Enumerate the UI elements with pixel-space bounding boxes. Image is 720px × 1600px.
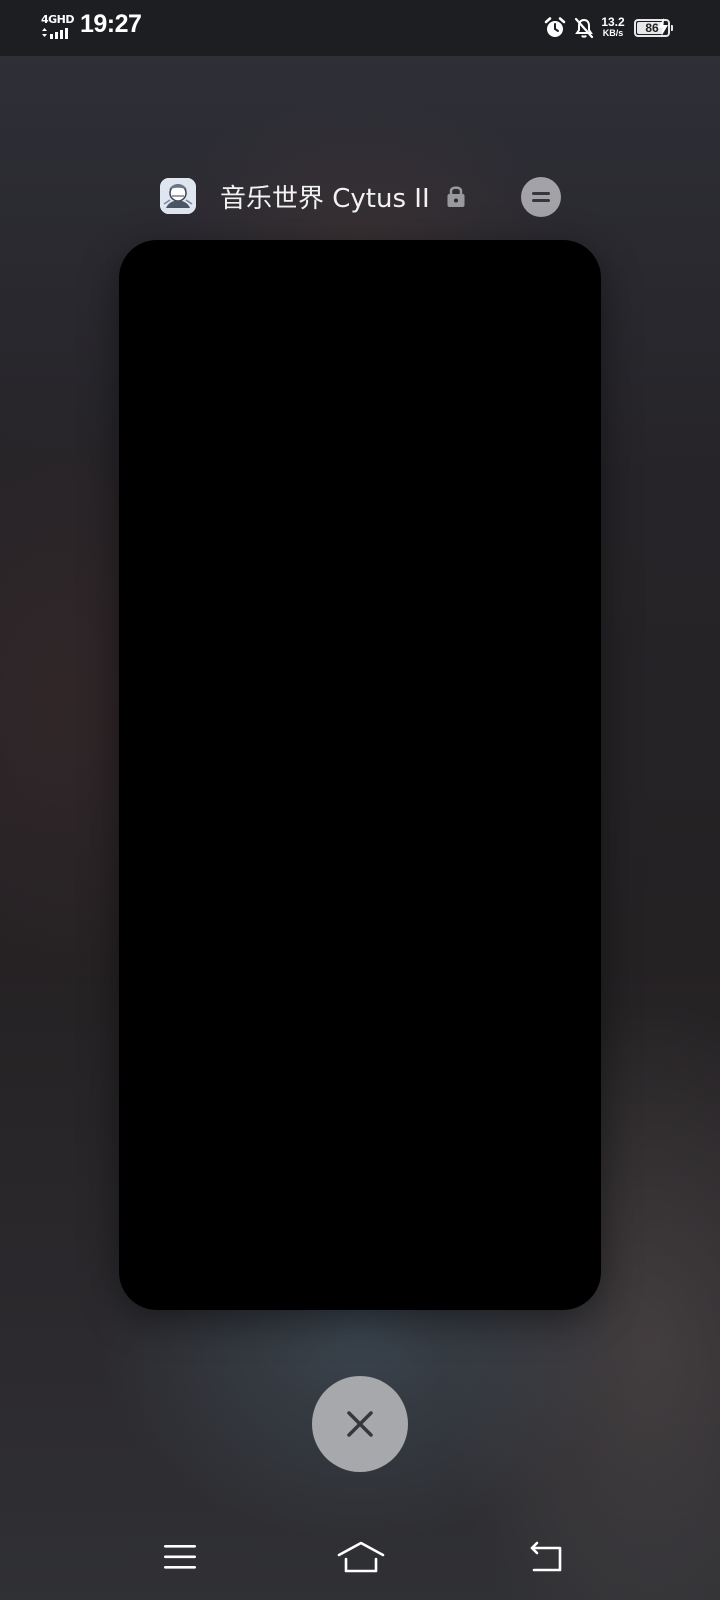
nav-home-button[interactable]	[335, 1533, 387, 1581]
nav-menu-button[interactable]	[155, 1535, 205, 1579]
net-speed: 13.2 KB/s	[600, 15, 626, 39]
charging-bolt-icon	[658, 18, 668, 36]
signal-icon	[42, 28, 68, 39]
menu-icon	[532, 192, 550, 202]
status-bar: 4GHD 19:27 13.2 KB/s 86	[0, 0, 720, 56]
back-icon	[530, 1541, 562, 1572]
app-menu-button[interactable]	[521, 177, 561, 217]
lock-icon[interactable]	[446, 184, 466, 208]
net-speed-value: 13.2	[601, 15, 625, 29]
mute-bell-icon	[574, 17, 594, 39]
clear-all-button[interactable]	[312, 1376, 408, 1472]
app-icon-art	[160, 178, 196, 214]
alarm-icon	[544, 17, 566, 37]
app-icon[interactable]	[160, 178, 196, 214]
net-speed-unit: KB/s	[602, 28, 624, 38]
close-icon	[347, 1411, 373, 1437]
menu-lines-icon	[164, 1545, 196, 1569]
home-icon	[337, 1541, 385, 1573]
nav-back-button[interactable]	[524, 1535, 572, 1579]
status-icons: 13.2 KB/s 86	[544, 14, 673, 42]
network-indicator: 4GHD	[41, 14, 75, 40]
task-preview-card[interactable]	[119, 240, 601, 1310]
clock: 19:27	[80, 10, 142, 38]
recent-app-header: 音乐世界 Cytus II	[160, 176, 466, 216]
network-type: 4GHD	[41, 13, 75, 26]
app-title: 音乐世界 Cytus II	[220, 183, 430, 214]
